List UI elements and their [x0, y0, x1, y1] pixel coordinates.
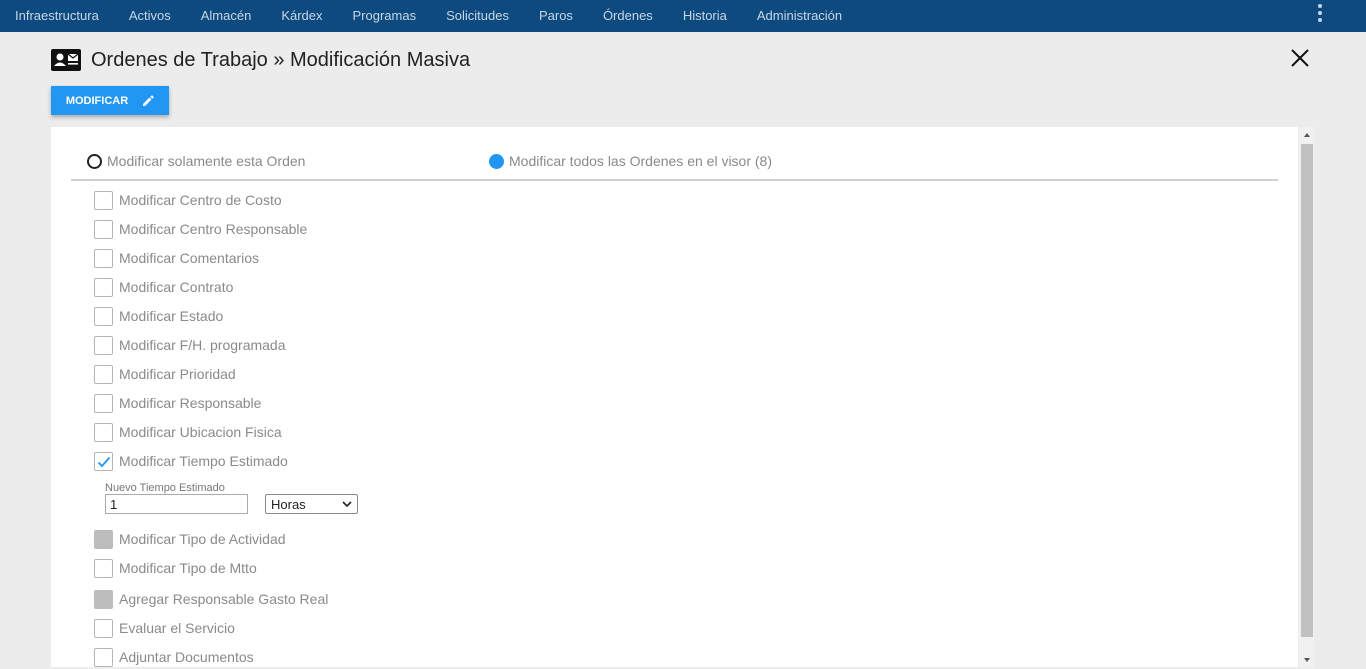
nav-item-infraestructura[interactable]: Infraestructura	[0, 0, 114, 32]
option-label: Modificar Centro de Costo	[119, 192, 282, 208]
divider	[71, 179, 1278, 181]
option-prioridad[interactable]: Modificar Prioridad	[94, 363, 236, 385]
checkbox[interactable]	[94, 335, 113, 355]
option-label: Modificar Tipo de Actividad	[119, 531, 286, 547]
nuevo-tiempo-estimado-label: Nuevo Tiempo Estimado	[105, 482, 225, 494]
time-unit-select[interactable]: Horas	[265, 494, 358, 514]
nav-item-programas[interactable]: Programas	[338, 0, 432, 32]
option-contrato[interactable]: Modificar Contrato	[94, 276, 233, 298]
checkbox-checked[interactable]	[94, 451, 113, 471]
option-label: Modificar Tipo de Mtto	[119, 560, 257, 576]
nav-item-kardex[interactable]: Kárdex	[266, 0, 337, 32]
option-centro-de-costo[interactable]: Modificar Centro de Costo	[94, 189, 282, 211]
top-navigation: Infraestructura Activos Almacén Kárdex P…	[0, 0, 1366, 32]
modify-button[interactable]: MODIFICAR	[51, 86, 169, 115]
nav-item-historia[interactable]: Historia	[668, 0, 742, 32]
option-label: Modificar Contrato	[119, 279, 234, 295]
scroll-up-arrow-icon[interactable]	[1299, 127, 1314, 142]
radio-only-this-order[interactable]: Modificar solamente esta Orden	[87, 150, 305, 172]
scrollbar-thumb[interactable]	[1301, 144, 1313, 637]
checkbox[interactable]	[94, 248, 113, 268]
radio-unselected-icon[interactable]	[87, 153, 102, 169]
page-title: Ordenes de Trabajo » Modificación Masiva	[91, 48, 471, 71]
option-comentarios[interactable]: Modificar Comentarios	[94, 247, 259, 269]
option-estado[interactable]: Modificar Estado	[94, 305, 223, 327]
checkbox[interactable]	[94, 422, 113, 442]
nav-item-almacen[interactable]: Almacén	[186, 0, 267, 32]
close-icon[interactable]	[1290, 48, 1310, 68]
option-label: Modificar Ubicacion Fisica	[119, 424, 282, 440]
nav-item-paros[interactable]: Paros	[524, 0, 588, 32]
checkmark-icon	[97, 456, 111, 467]
option-tipo-de-actividad: Modificar Tipo de Actividad	[94, 528, 286, 550]
modify-button-label: MODIFICAR	[65, 94, 129, 107]
nav-item-ordenes[interactable]: Órdenes	[588, 0, 668, 32]
checkbox[interactable]	[94, 219, 113, 239]
checkbox[interactable]	[94, 647, 113, 667]
option-tiempo-estimado[interactable]: Modificar Tiempo Estimado	[94, 450, 288, 472]
option-centro-responsable[interactable]: Modificar Centro Responsable	[94, 218, 307, 240]
checkbox[interactable]	[94, 190, 113, 210]
option-responsable-gasto-real: Agregar Responsable Gasto Real	[94, 588, 328, 610]
radio-only-this-order-label: Modificar solamente esta Orden	[107, 153, 306, 169]
chevron-down-icon	[342, 501, 352, 508]
more-vert-icon[interactable]	[1314, 4, 1326, 22]
checkbox[interactable]	[94, 618, 113, 638]
page-header: Ordenes de Trabajo » Modificación Masiva	[51, 46, 470, 74]
option-evaluar-servicio[interactable]: Evaluar el Servicio	[94, 617, 235, 639]
option-label: Modificar Comentarios	[119, 250, 260, 266]
checkbox-disabled	[94, 529, 113, 549]
contact-card-icon	[51, 49, 81, 71]
nav-item-solicitudes[interactable]: Solicitudes	[431, 0, 524, 32]
checkbox[interactable]	[94, 306, 113, 326]
checkbox-disabled	[94, 589, 113, 609]
time-unit-value: Horas	[271, 496, 306, 512]
option-label: Modificar Centro Responsable	[119, 221, 308, 237]
option-fh-programada[interactable]: Modificar F/H. programada	[94, 334, 286, 356]
checkbox[interactable]	[94, 364, 113, 384]
option-ubicacion-fisica[interactable]: Modificar Ubicacion Fisica	[94, 421, 282, 443]
option-tipo-de-mtto[interactable]: Modificar Tipo de Mtto	[94, 557, 257, 579]
nav-item-activos[interactable]: Activos	[114, 0, 186, 32]
option-label: Adjuntar Documentos	[119, 649, 254, 665]
option-label: Modificar Responsable	[119, 395, 262, 411]
radio-all-orders-in-viewer[interactable]: Modificar todos las Ordenes en el visor …	[489, 150, 772, 172]
option-label: Modificar F/H. programada	[119, 337, 286, 353]
pencil-icon	[143, 94, 154, 106]
option-label: Modificar Estado	[119, 308, 224, 324]
option-label: Modificar Tiempo Estimado	[119, 453, 288, 469]
option-label: Agregar Responsable Gasto Real	[119, 591, 329, 607]
radio-all-orders-label: Modificar todos las Ordenes en el visor …	[509, 153, 772, 169]
option-label: Modificar Prioridad	[119, 366, 236, 382]
option-adjuntar-documentos[interactable]: Adjuntar Documentos	[94, 646, 254, 668]
checkbox[interactable]	[94, 277, 113, 297]
radio-selected-icon[interactable]	[489, 153, 504, 169]
nav-item-administracion[interactable]: Administración	[742, 0, 857, 32]
nuevo-tiempo-estimado-input[interactable]	[105, 494, 248, 514]
scrollbar[interactable]	[1299, 127, 1314, 667]
checkbox[interactable]	[94, 558, 113, 578]
option-label: Evaluar el Servicio	[119, 620, 235, 636]
scroll-down-arrow-icon[interactable]	[1299, 652, 1314, 667]
option-responsable[interactable]: Modificar Responsable	[94, 392, 261, 414]
checkbox[interactable]	[94, 393, 113, 413]
